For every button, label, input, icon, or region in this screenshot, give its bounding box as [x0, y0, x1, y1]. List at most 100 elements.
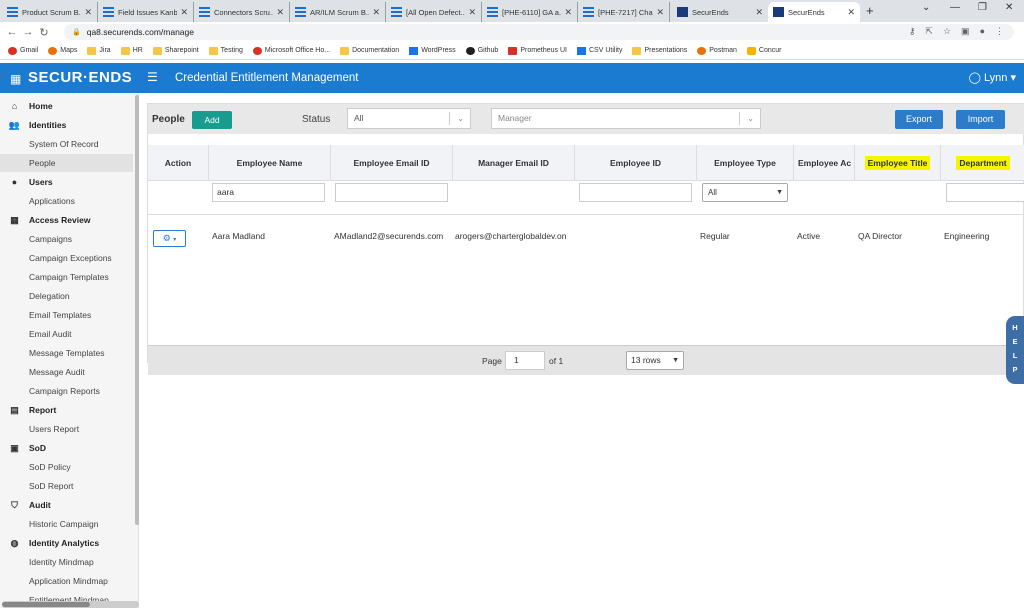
sidebar-item-historic-campaign[interactable]: Historic Campaign [0, 515, 133, 533]
share-icon[interactable]: ⇱ [925, 26, 933, 37]
bookmark-concur[interactable]: Concur [746, 46, 781, 55]
back-icon[interactable]: ← [4, 26, 20, 38]
close-icon[interactable]: ✕ [372, 7, 380, 18]
department-filter[interactable] [946, 183, 1024, 202]
star-icon[interactable]: ☆ [943, 26, 951, 37]
sidepanel-icon[interactable]: ▣ [961, 26, 970, 37]
bookmark-testing[interactable]: Testing [208, 46, 243, 55]
sidebar-item-people[interactable]: People [0, 154, 133, 172]
sidebar-item-identity-mindmap[interactable]: Identity Mindmap [0, 553, 133, 571]
sidebar-item-campaigns[interactable]: Campaigns [0, 230, 133, 248]
sidebar-item-users[interactable]: ● Users [0, 173, 133, 191]
browser-tab[interactable]: [PHE-6110] GA a... ✕ [482, 2, 578, 22]
forward-icon[interactable]: → [20, 26, 36, 38]
close-icon[interactable]: ✕ [755, 7, 763, 18]
col-employee-type[interactable]: Employee Type [697, 145, 794, 181]
sidebar-item-identities[interactable]: 👥 Identities [0, 116, 133, 134]
col-employee-email[interactable]: Employee Email ID [331, 145, 453, 181]
col-employee-name[interactable]: Employee Name [209, 145, 331, 181]
rows-per-page-select[interactable]: 13 rows ▼ [626, 351, 684, 370]
sidebar-item-system-of-record[interactable]: System Of Record [0, 135, 133, 153]
sidebar-item-audit[interactable]: ⛉ Audit [0, 496, 133, 514]
bookmark-postman[interactable]: Postman [697, 46, 737, 55]
sidebar-item-sod-policy[interactable]: SoD Policy [0, 458, 133, 476]
status-select[interactable]: All ⌄ [347, 108, 471, 129]
close-icon[interactable]: ✕ [656, 7, 664, 18]
apps-grid-icon[interactable]: ▦ [10, 72, 21, 86]
sidebar-item-identity-analytics[interactable]: ◍ Identity Analytics [0, 534, 133, 552]
restore-icon[interactable]: ❐ [978, 2, 987, 13]
col-manager-email[interactable]: Manager Email ID [453, 145, 575, 181]
import-button[interactable]: Import [956, 110, 1005, 129]
close-icon[interactable]: ✕ [276, 7, 284, 18]
close-icon[interactable]: ✕ [84, 7, 92, 18]
sidebar-item-sod[interactable]: ▣ SoD [0, 439, 133, 457]
sidebar-item-users-report[interactable]: Users Report [0, 420, 133, 438]
sidebar-item-delegation[interactable]: Delegation [0, 287, 133, 305]
bookmark-jira[interactable]: Jira [87, 46, 111, 55]
key-icon[interactable]: ⚷ [909, 26, 916, 37]
export-button[interactable]: Export [895, 110, 943, 129]
sidebar-item-sod-report[interactable]: SoD Report [0, 477, 133, 495]
col-employee-id[interactable]: Employee ID [575, 145, 697, 181]
bookmark-github[interactable]: Github [465, 46, 498, 55]
sidebar-item-campaign-reports[interactable]: Campaign Reports [0, 382, 133, 400]
sidebar-item-campaign-templates[interactable]: Campaign Templates [0, 268, 133, 286]
sidebar-item-email-audit[interactable]: Email Audit [0, 325, 133, 343]
hamburger-menu-icon[interactable]: ☰ [147, 70, 158, 84]
tab-search-icon[interactable]: ⌄ [922, 2, 930, 13]
browser-tab-active[interactable]: SecurEnds ✕ [768, 2, 860, 22]
col-employee-active[interactable]: Employee Ac [794, 145, 855, 181]
browser-tab[interactable]: Product Scrum B... ✕ [2, 2, 98, 22]
sidebar-item-email-templates[interactable]: Email Templates [0, 306, 133, 324]
bookmark-hr[interactable]: HR [120, 46, 143, 55]
sidebar-item-message-templates[interactable]: Message Templates [0, 344, 133, 362]
browser-tab[interactable]: Field Issues Kanb... ✕ [98, 2, 194, 22]
horizontal-scrollbar[interactable] [2, 601, 139, 608]
sidebar-scrollbar[interactable] [135, 95, 139, 525]
add-button[interactable]: Add [192, 111, 232, 129]
new-tab-icon[interactable]: + [866, 3, 874, 18]
bookmark-prometheus[interactable]: Prometheus UI [508, 46, 567, 55]
user-menu[interactable]: ◯ Lynn ▾ [969, 71, 1016, 84]
close-icon[interactable]: ✕ [847, 7, 855, 18]
manager-select[interactable]: Manager ⌄ [491, 108, 761, 129]
bookmark-sharepoint[interactable]: Sharepoint [152, 46, 199, 55]
browser-tab[interactable]: SecurEnds ✕ [672, 2, 768, 22]
close-icon[interactable]: ✕ [180, 7, 188, 18]
sidebar-item-application-mindmap[interactable]: Application Mindmap [0, 572, 133, 590]
bookmark-csv-utility[interactable]: CSV Utility [577, 46, 622, 55]
bookmark-gmail[interactable]: Gmail [8, 46, 38, 55]
reload-icon[interactable]: ↻ [36, 26, 52, 39]
sidebar-item-applications[interactable]: Applications [0, 192, 133, 210]
bookmark-wordpress[interactable]: WordPress [409, 46, 456, 55]
help-tab[interactable]: H E L P [1006, 316, 1024, 384]
page-input[interactable]: 1 [505, 351, 545, 370]
sidebar-item-campaign-exceptions[interactable]: Campaign Exceptions [0, 249, 133, 267]
row-action-button[interactable]: ⚙ ▾ [153, 230, 186, 247]
browser-tab[interactable]: [PHE-7217] Chan...✕ [578, 2, 670, 22]
sidebar-item-home[interactable]: ⌂ Home [0, 97, 133, 115]
close-window-icon[interactable]: ✕ [1005, 2, 1013, 13]
browser-tab[interactable]: Connectors Scru... ✕ [194, 2, 290, 22]
bookmark-maps[interactable]: Maps [48, 46, 77, 55]
minimize-icon[interactable]: — [950, 2, 960, 13]
menu-icon[interactable]: ⋮ [995, 26, 1004, 37]
bookmark-documentation[interactable]: Documentation [340, 46, 399, 55]
bookmark-presentations[interactable]: Presentations [632, 46, 687, 55]
bookmark-office[interactable]: Microsoft Office Ho... [252, 46, 330, 55]
employee-name-filter[interactable]: aara [212, 183, 325, 202]
profile-icon[interactable]: ● [980, 26, 985, 37]
browser-tab[interactable]: AR/ILM Scrum B... ✕ [290, 2, 386, 22]
sidebar-item-report[interactable]: ▤ Report [0, 401, 133, 419]
app-logo[interactable]: SECUR·ENDS [28, 69, 132, 86]
employee-email-filter[interactable] [335, 183, 448, 202]
url-field[interactable]: 🔒 qa8.securends.com/manage ⚷ ⇱ ☆ ▣ ● ⋮ [64, 24, 1014, 40]
browser-tab[interactable]: [All Open Defect... ✕ [386, 2, 482, 22]
close-icon[interactable]: ✕ [564, 7, 572, 18]
col-employee-title[interactable]: Employee Title [855, 145, 941, 181]
sidebar-item-message-audit[interactable]: Message Audit [0, 363, 133, 381]
employee-type-filter[interactable]: All ▼ [702, 183, 788, 202]
close-icon[interactable]: ✕ [468, 7, 476, 18]
employee-id-filter[interactable] [579, 183, 692, 202]
